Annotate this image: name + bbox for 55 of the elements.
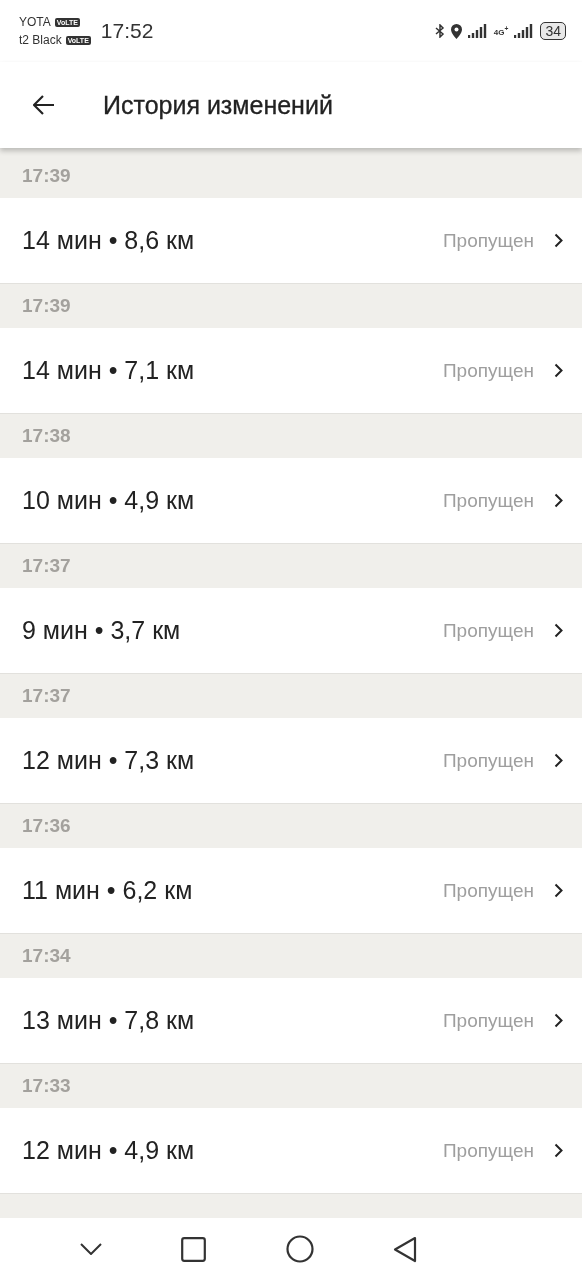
chevron-right-icon [554, 753, 563, 768]
chevron-right-icon [554, 493, 563, 508]
trip-summary: 11 мин • 6,2 км [22, 876, 194, 905]
trip-summary: 9 мин • 3,7 км [22, 616, 182, 645]
history-row[interactable]: 12 мин • 4,9 км Пропущен [0, 1108, 582, 1194]
trip-summary: 14 мин • 8,6 км [22, 226, 196, 255]
screen-title: История изменений [103, 90, 333, 120]
signal-icon [514, 24, 535, 38]
chevron-right-icon [554, 1013, 563, 1028]
status-label: Пропущен [442, 489, 534, 512]
history-row[interactable]: 14 мин • 8,6 км Пропущен [0, 198, 582, 284]
bluetooth-icon [434, 24, 445, 38]
circle-icon [285, 1235, 314, 1263]
section-time: 17:38 [22, 425, 71, 447]
history-row[interactable]: 9 мин • 3,7 км Пропущен [0, 588, 582, 674]
chevron-right-icon [554, 623, 563, 638]
history-row[interactable]: 10 мин • 4,9 км Пропущен [0, 458, 582, 544]
carrier-name: YOTA [19, 15, 51, 29]
status-label: Пропущен [442, 619, 534, 642]
status-label: Пропущен [442, 749, 534, 772]
trip-summary: 12 мин • 4,9 км [22, 1136, 196, 1165]
clock: 17:52 [100, 19, 154, 43]
chevron-right-icon [554, 233, 563, 248]
signal-icon [467, 24, 488, 38]
history-row[interactable]: 13 мин • 7,8 км Пропущен [0, 978, 582, 1064]
history-row[interactable]: 12 мин • 7,3 км Пропущен [0, 718, 582, 804]
trip-summary: 12 мин • 7,3 км [22, 746, 196, 775]
section-time: 17:34 [22, 945, 71, 967]
section-time: 17:37 [22, 555, 71, 577]
chevron-right-icon [554, 883, 563, 898]
trip-summary: 14 мин • 7,1 км [22, 356, 196, 385]
section-time: 17:37 [22, 685, 71, 707]
chevron-right-icon [554, 363, 563, 378]
status-label: Пропущен [442, 879, 534, 902]
section-time: 17:39 [22, 295, 71, 317]
network-type: 4G$^{+}$ [493, 25, 509, 37]
status-label: Пропущен [442, 359, 534, 382]
trip-summary: 10 мин • 4,9 км [22, 486, 196, 515]
section-time: 17:36 [22, 815, 71, 837]
location-pin-icon [450, 23, 462, 39]
section-time: 17:33 [22, 1075, 71, 1097]
back-arrow-icon [33, 95, 55, 115]
history-row[interactable]: 11 мин • 6,2 км Пропущен [0, 848, 582, 934]
chevron-right-icon [554, 1143, 563, 1158]
status-label: Пропущен [442, 229, 534, 252]
chevron-down-icon [79, 1243, 102, 1255]
battery-level: 34 [540, 22, 566, 40]
carrier-name: t2 Black [19, 33, 62, 47]
trip-summary: 13 мин • 7,8 км [22, 1006, 196, 1035]
section-time: 17:39 [22, 165, 71, 187]
triangle-icon [393, 1235, 418, 1263]
status-label: Пропущен [442, 1009, 534, 1032]
square-icon [181, 1236, 207, 1262]
status-label: Пропущен [442, 1139, 534, 1162]
history-row[interactable]: 14 мин • 7,1 км Пропущен [0, 328, 582, 414]
